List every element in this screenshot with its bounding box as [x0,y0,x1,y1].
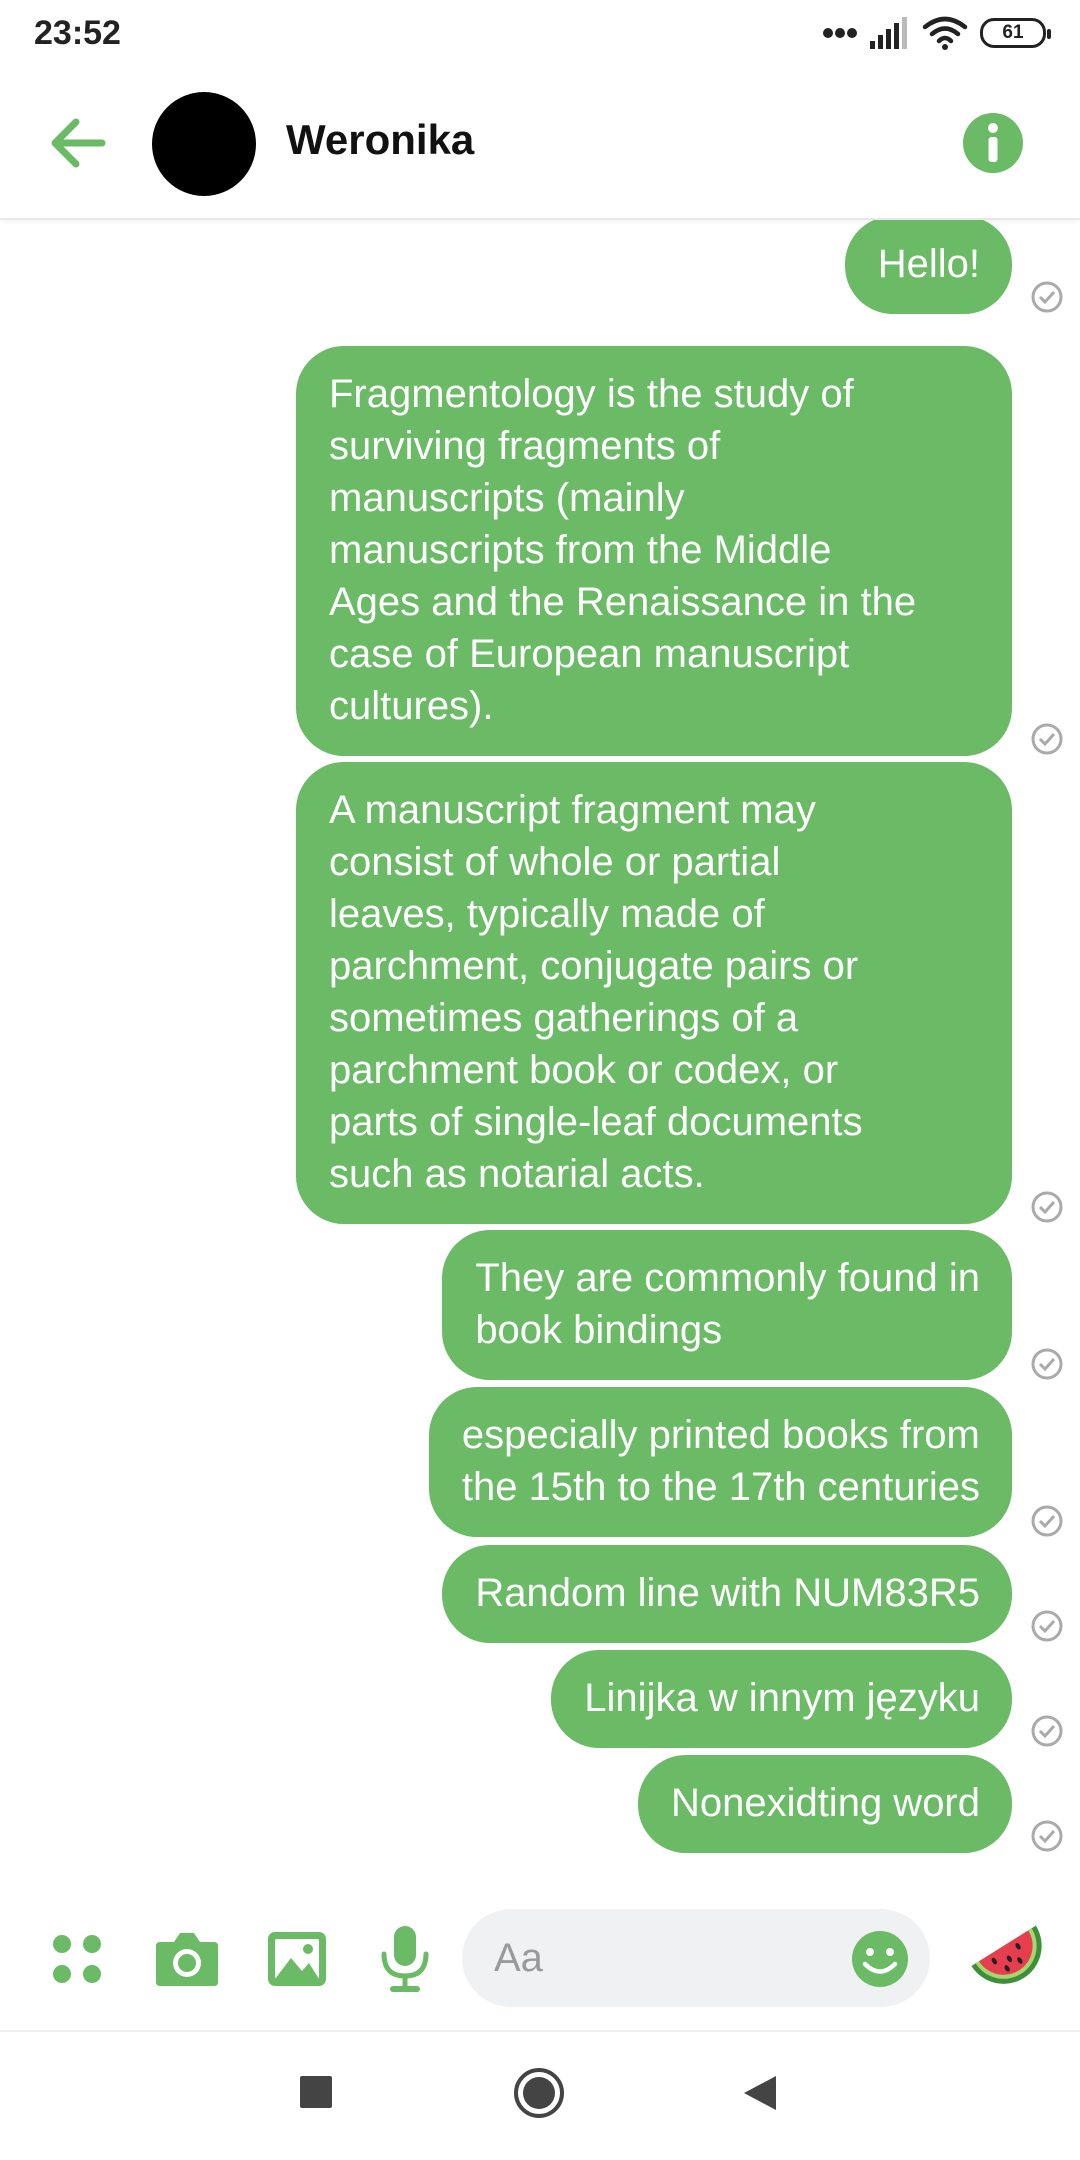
sent-check-icon [1031,1191,1063,1223]
message-bubble[interactable]: A manuscript fragment may consist of who… [296,762,1012,1224]
message-bubble[interactable]: Fragmentology is the study of surviving … [296,346,1012,756]
message-bubble[interactable]: They are commonly found in book bindings [442,1230,1012,1380]
recents-square-icon[interactable] [298,2074,334,2110]
battery-level: 61 [1002,22,1024,43]
avatar[interactable] [152,92,256,196]
system-nav-bar [0,2030,1080,2160]
message-bubble[interactable]: Hello! [844,220,1012,314]
signal-bars-icon [870,17,907,49]
conversation-header: Weronika [0,66,1080,220]
apps-icon[interactable] [50,1932,104,1986]
emoji-icon[interactable] [850,1929,910,1989]
battery-icon: 61 [980,18,1051,48]
message-bubble[interactable]: Nonexidting word [637,1755,1012,1853]
status-icons: 61 [822,0,1051,66]
status-time: 23:52 [34,13,121,52]
watermelon-icon[interactable] [968,1914,1052,1998]
message-input[interactable] [494,1929,834,1987]
back-triangle-icon[interactable] [742,2074,778,2112]
home-circle-icon[interactable] [512,2066,566,2120]
sent-check-icon [1031,1820,1063,1852]
message-input-container[interactable] [462,1909,930,2007]
sent-check-icon [1031,1505,1063,1537]
sent-check-icon [1031,1715,1063,1747]
arrow-left-icon[interactable] [44,110,110,176]
sent-check-icon [1031,723,1063,755]
camera-icon[interactable] [154,1928,220,1988]
microphone-icon[interactable] [378,1924,432,1994]
composer-bar [0,1880,1080,2030]
signal-dots-icon [823,28,857,38]
message-bubble[interactable]: Linijka w innym języku [551,1650,1012,1748]
sent-check-icon [1031,1610,1063,1642]
message-list[interactable]: Hello! Fragmentology is the study of sur… [0,220,1080,1875]
contact-name[interactable]: Weronika [286,116,474,164]
sent-check-icon [1031,281,1063,313]
gallery-icon[interactable] [266,1928,328,1990]
sent-check-icon [1031,1348,1063,1380]
status-bar: 23:52 61 [0,0,1080,66]
message-bubble[interactable]: Random line with NUM83R5 [442,1545,1012,1643]
wifi-icon [922,16,968,50]
message-bubble[interactable]: especially printed books from the 15th t… [428,1387,1012,1537]
info-icon[interactable] [960,110,1026,176]
